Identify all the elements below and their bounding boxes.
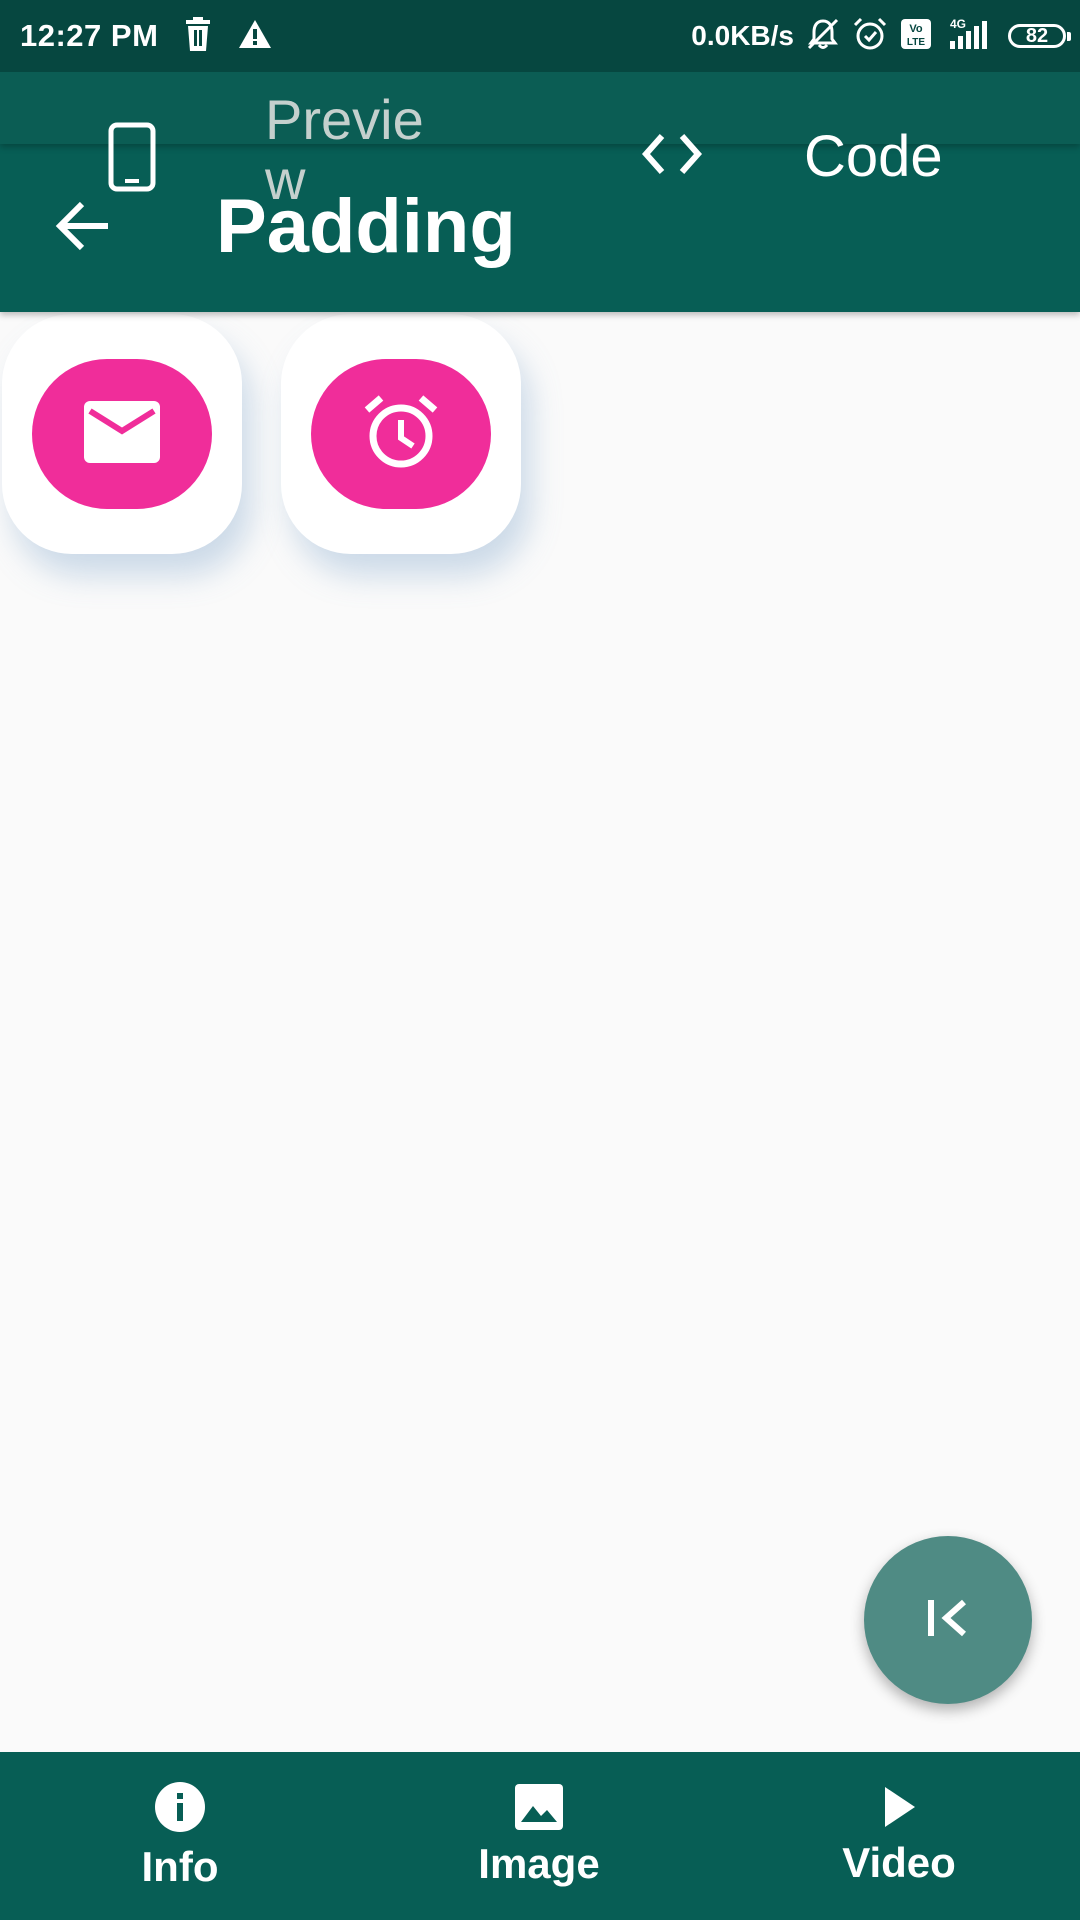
mail-icon [84, 400, 160, 468]
alarm-button[interactable] [311, 359, 491, 509]
svg-text:LTE: LTE [907, 37, 925, 48]
nav-item-info[interactable]: Info [60, 1752, 300, 1920]
volte-icon: Vo LTE [900, 18, 932, 55]
play-icon [879, 1785, 919, 1834]
collapse-left-icon [924, 1594, 972, 1647]
tab-bar: Preview Code [0, 72, 1080, 210]
nav-label-image: Image [478, 1839, 600, 1887]
phone-icon[interactable] [108, 122, 156, 197]
status-time: 12:27 PM [20, 18, 159, 53]
nav-item-image[interactable]: Image [419, 1752, 659, 1920]
bottom-nav: Info Image Video [0, 1752, 1080, 1920]
tab-preview-label: Preview [265, 88, 424, 211]
nav-label-video: Video [842, 1838, 956, 1886]
arrow-back-icon [54, 200, 110, 257]
nav-item-video[interactable]: Video [779, 1752, 1019, 1920]
status-right: 0.0KB/s Vo LTE 4G 82 [691, 0, 1071, 72]
warning-icon [238, 19, 272, 54]
alarm-card[interactable] [281, 314, 521, 554]
battery-level: 82 [1025, 24, 1049, 47]
code-icon[interactable] [640, 132, 704, 181]
nav-label-info: Info [141, 1842, 219, 1890]
info-icon [154, 1781, 206, 1838]
mail-button[interactable] [32, 359, 212, 509]
mute-bell-icon [806, 17, 840, 56]
trash-icon [184, 16, 212, 56]
image-icon [515, 1783, 563, 1835]
battery-icon: 82 [1008, 24, 1071, 48]
svg-text:4G: 4G [950, 17, 966, 31]
status-bar: 12:27 PM 0.0KB/s Vo LTE 4G 82 [0, 0, 1080, 72]
tab-preview[interactable]: Preview [265, 90, 445, 210]
svg-text:Vo: Vo [909, 23, 923, 35]
alarm-icon [852, 16, 888, 57]
tab-code[interactable]: Code [804, 124, 943, 190]
signal-icon: 4G [944, 17, 996, 56]
back-button[interactable] [40, 186, 124, 270]
mail-card[interactable] [2, 314, 242, 554]
collapse-fab[interactable] [864, 1536, 1032, 1704]
alarm-clock-icon [361, 392, 441, 477]
status-left: 12:27 PM [20, 0, 272, 72]
network-speed: 0.0KB/s [691, 20, 794, 51]
